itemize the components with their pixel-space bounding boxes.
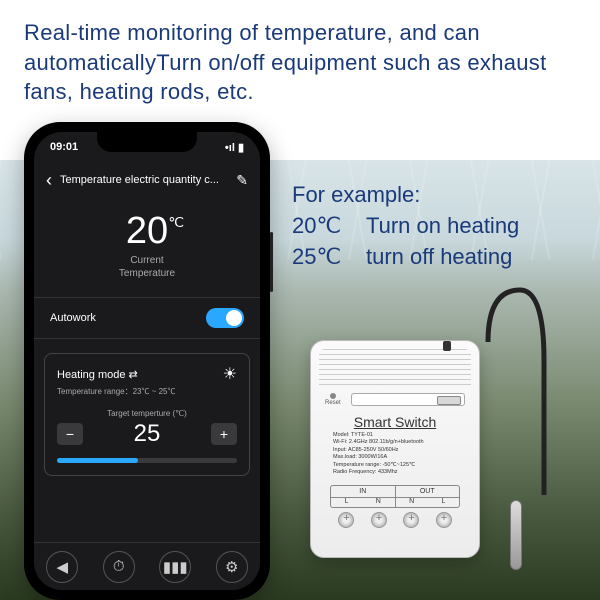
spec-input: Input: AC85-250V 50/60Hz [333,447,457,454]
example-title: For example: [292,180,519,211]
temp-label-2: Temperature [34,268,260,279]
current-temp-value: 20 ℃ [126,210,168,253]
in-L: L [345,498,349,505]
mode-title: Heating mode ⇄ [57,368,138,381]
screw-icon [403,512,419,528]
temp-range: Temperature range：23℃ ~ 25℃ [57,386,237,397]
phone-notch [97,132,197,152]
terminal-block: IN L N OUT N L [330,485,460,508]
nav-stats-icon[interactable]: ▮▮▮ [159,551,191,583]
sun-icon: ☀ [223,364,237,384]
spec-model: Model: TYTE-01 [333,432,457,439]
target-value: 25 [134,420,161,448]
heating-mode-card: Heating mode ⇄ ☀ Temperature range：23℃ ~… [44,353,250,476]
slide-switch[interactable] [351,393,465,406]
temperature-probe [510,500,522,570]
screw-icon [371,512,387,528]
reset-button[interactable] [330,393,336,399]
screw-icon [338,512,354,528]
example-line2-action: turn off heating [366,244,512,269]
status-time: 09:01 [50,141,78,153]
spec-wifi: Wi-Fi: 2.4GHz 802.11b/g/n+bluetooth [333,439,457,446]
temp-slider[interactable] [57,458,237,463]
status-icons: •ıl ▮ [225,141,244,154]
nav-settings-icon[interactable]: ⚙ [216,551,248,583]
app-header: ‹ Temperature electric quantity c... ✎ [34,162,260,198]
out-label: OUT [396,488,460,495]
terminal-screws [330,512,460,528]
device-title: Smart Switch [354,414,436,430]
example-line2-temp: 25℃ [292,242,366,273]
example-line1-action: Turn on heating [366,213,519,238]
in-N: N [376,498,381,505]
out-L: L [441,498,445,505]
target-label: Target temperture (℃) [57,409,237,418]
screw-icon [436,512,452,528]
phone-mockup: 09:01 •ıl ▮ ‹ Temperature electric quant… [24,122,270,600]
increase-button[interactable]: + [211,423,237,445]
slider-fill [57,458,138,463]
temp-number: 20 [126,210,168,252]
example-line1-temp: 20℃ [292,211,366,242]
nav-timer-icon[interactable]: ⏱ [103,551,135,583]
nav-back-icon[interactable]: ◀ [46,551,78,583]
headline-text: Real-time monitoring of temperature, and… [24,18,576,107]
autowork-label: Autowork [50,312,96,324]
phone-screen: 09:01 •ıl ▮ ‹ Temperature electric quant… [34,132,260,590]
bottom-nav: ◀ ⏱ ▮▮▮ ⚙ [34,542,260,590]
cable-outlet [443,341,451,351]
temp-label-1: Current [34,255,260,266]
autowork-row[interactable]: Autowork [34,297,260,339]
example-block: For example: 20℃Turn on heating 25℃turn … [292,180,519,272]
autowork-toggle[interactable] [206,308,244,328]
app-title: Temperature electric quantity c... [60,174,228,186]
spec-maxload: Max.load: 3000W/16A [333,454,457,461]
spec-temprange: Temperature range: -50℃~125℃ [333,462,457,469]
device-specs: Model: TYTE-01 Wi-Fi: 2.4GHz 802.11b/g/n… [319,432,471,477]
back-icon[interactable]: ‹ [46,170,52,191]
current-temp-display: 20 ℃ Current Temperature [34,198,260,297]
device-body: Reset Smart Switch Model: TYTE-01 Wi-Fi:… [310,340,480,558]
device-vents [319,349,471,385]
temp-unit: ℃ [168,214,184,231]
spec-rf: Radio Frequency: 433Mhz [333,469,457,476]
phone-side-button [270,232,273,292]
in-label: IN [331,488,395,495]
out-N: N [409,498,414,505]
reset-label: Reset [325,400,341,406]
edit-icon[interactable]: ✎ [236,172,248,189]
smart-switch-device: Reset Smart Switch Model: TYTE-01 Wi-Fi:… [310,340,540,570]
decrease-button[interactable]: − [57,423,83,445]
